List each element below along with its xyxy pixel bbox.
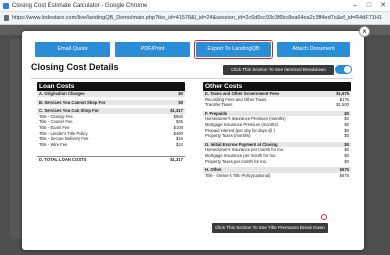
maximize-button[interactable]: □ xyxy=(362,0,376,12)
modal-title: Closing Cost Details xyxy=(31,62,119,72)
other-costs-section[interactable]: Other Costs E. Taxes and Other Governmen… xyxy=(203,82,351,178)
window-titlebar: Closing Cost Estimate Calculator - Googl… xyxy=(0,0,390,12)
title-premiums-tooltip: Click This Section To See Title Premiums… xyxy=(212,223,328,233)
cost-item-row[interactable]: Title - Owner's Title Policy(optional) $6… xyxy=(203,173,351,179)
close-window-button[interactable]: ✕ xyxy=(376,0,390,12)
app-favicon-icon xyxy=(3,3,9,9)
window-title: Closing Cost Estimate Calculator - Googl… xyxy=(12,3,148,9)
itemized-breakdown-tooltip: Click This Section To See Itemized Break… xyxy=(223,65,334,75)
loan-costs-heading: Loan Costs xyxy=(37,82,185,91)
close-modal-button[interactable]: × xyxy=(359,26,370,37)
minimize-button[interactable]: – xyxy=(348,0,362,12)
closing-cost-modal: Email Quote PDF/Print Export To LandingQ… xyxy=(22,31,364,250)
address-url[interactable]: https://www.lodestaro.com/live/landingQB… xyxy=(12,14,382,23)
cost-total-row[interactable]: D. TOTAL LOAN COSTS $1,317 xyxy=(37,156,185,162)
email-quote-button[interactable]: Email Quote xyxy=(35,42,110,57)
cost-value: $675 xyxy=(339,172,349,178)
other-costs-rows: E. Taxes and Other Government Fees $1,675… xyxy=(203,91,351,178)
cost-label: D. TOTAL LOAN COSTS xyxy=(39,157,87,163)
lock-icon xyxy=(4,15,9,21)
loan-costs-section[interactable]: Loan Costs A. Origination Charges $0 B. Se… xyxy=(37,82,185,162)
other-costs-heading: Other Costs xyxy=(203,82,351,91)
itemized-breakdown-toggle[interactable] xyxy=(335,65,352,74)
tooltip-marker-icon xyxy=(321,214,327,220)
loan-costs-rows: A. Origination Charges $0 B. Services You … xyxy=(37,91,185,162)
address-bar[interactable]: https://www.lodestaro.com/live/landingQB… xyxy=(0,12,390,25)
cost-value: $1,317 xyxy=(170,157,183,163)
export-landingqb-button[interactable]: Export To LandingQB xyxy=(194,40,273,59)
toggle-knob xyxy=(344,66,351,73)
pdf-print-button[interactable]: PDF/Print xyxy=(115,42,190,57)
attach-document-button[interactable]: Attach Document xyxy=(277,42,350,57)
cost-label: Title - Owner's Title Policy(optional) xyxy=(205,172,271,178)
divider xyxy=(31,78,353,79)
